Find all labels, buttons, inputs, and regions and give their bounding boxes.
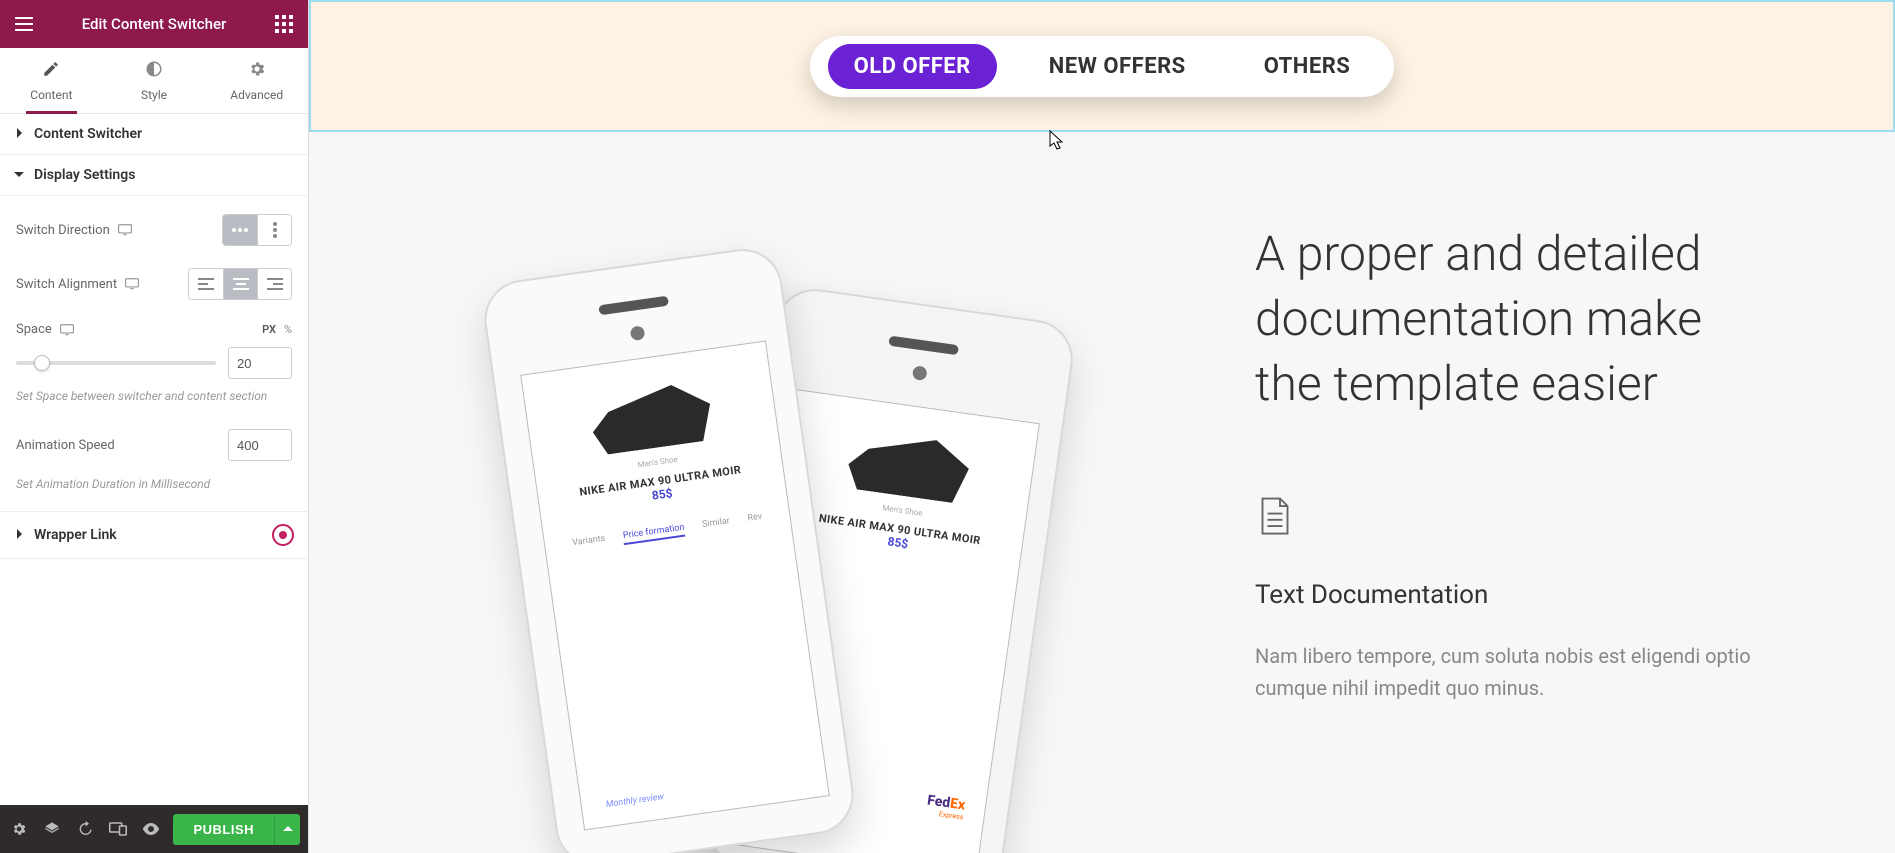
space-input[interactable]	[228, 347, 292, 379]
animation-input[interactable]	[228, 429, 292, 461]
shoe-icon	[588, 380, 715, 456]
sidebar-header: Edit Content Switcher	[0, 0, 308, 48]
feature-column: A proper and detailed documentation make…	[1255, 192, 1775, 853]
dots-horizontal-icon	[231, 226, 249, 234]
dots-vertical-icon	[271, 221, 279, 239]
shoe-icon	[845, 428, 972, 504]
align-right[interactable]	[257, 269, 291, 299]
section-wrapper-link-label: Wrapper Link	[34, 527, 117, 543]
tab-content-label: Content	[30, 88, 72, 102]
section-display-settings[interactable]: Display Settings	[0, 155, 308, 196]
gear-icon	[247, 60, 267, 78]
history-button[interactable]	[74, 815, 95, 843]
settings-button[interactable]	[8, 815, 29, 843]
phones-graphic: Men's Shoe NIKE AIR MAX 90 ULTRA MOIR 85…	[429, 192, 1195, 853]
product-tabs: Variants Price formation Similar Rev	[545, 508, 791, 556]
tab-advanced[interactable]: Advanced	[205, 48, 308, 113]
caret-up-icon	[283, 824, 293, 834]
navigator-button[interactable]	[41, 815, 62, 843]
caret-right-icon	[14, 527, 24, 543]
switch-direction-label: Switch Direction	[16, 223, 110, 238]
space-label: Space	[16, 322, 52, 337]
hamburger-icon	[15, 17, 33, 31]
caret-down-icon	[14, 167, 24, 183]
preview-button[interactable]	[140, 815, 161, 843]
tab-content[interactable]: Content	[0, 48, 103, 113]
align-left-icon	[198, 278, 214, 290]
editor-sidebar: Edit Content Switcher Content Style Adva…	[0, 0, 309, 853]
feature-body: Nam libero tempore, cum soluta nobis est…	[1255, 640, 1775, 704]
tab-similar: Similar	[702, 516, 731, 534]
publish-button[interactable]: PUBLISH	[173, 814, 274, 845]
history-icon	[77, 821, 93, 837]
wrapper-link-badge-icon	[272, 524, 294, 546]
preview-canvas: OLD OFFER NEW OFFERS OTHERS Men's Shoe N…	[309, 0, 1895, 853]
display-settings-body: Switch Direction Switch Alignm	[0, 196, 308, 512]
fedex-logo: FedExExpress	[925, 792, 966, 821]
caret-right-icon	[14, 126, 24, 142]
animation-label: Animation Speed	[16, 438, 115, 453]
switch-direction-row: Switch Direction	[16, 214, 292, 246]
grid-icon	[275, 15, 293, 33]
responsive-icon[interactable]	[125, 278, 139, 290]
tab-variants: Variants	[572, 534, 607, 552]
headline: A proper and detailed documentation make…	[1255, 222, 1775, 416]
switch-alignment-group	[188, 268, 292, 300]
responsive-icon[interactable]	[60, 324, 74, 336]
switcher-section[interactable]: OLD OFFER NEW OFFERS OTHERS	[309, 0, 1895, 132]
monthly-review-label: Monthly review	[605, 792, 664, 810]
switch-alignment-label: Switch Alignment	[16, 277, 117, 292]
bottom-bar: PUBLISH	[0, 805, 308, 853]
pencil-icon	[41, 60, 61, 78]
content-switcher: OLD OFFER NEW OFFERS OTHERS	[810, 36, 1395, 97]
align-center[interactable]	[223, 269, 257, 299]
align-right-icon	[267, 278, 283, 290]
switch-alignment-row: Switch Alignment	[16, 268, 292, 300]
feature-title: Text Documentation	[1255, 580, 1775, 610]
phone-front-screen: Men's Shoe NIKE AIR MAX 90 ULTRA MOIR 85…	[520, 340, 830, 830]
align-center-icon	[233, 278, 249, 290]
responsive-button[interactable]	[107, 815, 128, 843]
space-units: PX %	[262, 323, 292, 336]
align-left[interactable]	[189, 269, 223, 299]
space-row: Space PX % Set Space between switcher an…	[16, 322, 292, 403]
controls-panel: Content Switcher Display Settings Switch…	[0, 114, 308, 805]
section-display-settings-label: Display Settings	[34, 167, 135, 183]
menu-button[interactable]	[10, 10, 38, 38]
document-icon	[1255, 496, 1295, 536]
space-slider[interactable]	[16, 361, 216, 365]
space-help: Set Space between switcher and content s…	[16, 389, 292, 403]
animation-help: Set Animation Duration in Millisecond	[16, 477, 292, 491]
section-content-switcher-label: Content Switcher	[34, 126, 142, 142]
switch-new-offers[interactable]: NEW OFFERS	[1023, 44, 1212, 89]
responsive-icon[interactable]	[118, 224, 132, 236]
animation-row: Animation Speed	[16, 429, 292, 461]
switch-direction-group	[222, 214, 292, 246]
tab-reviews: Rev	[747, 512, 763, 528]
section-wrapper-link[interactable]: Wrapper Link	[0, 512, 308, 559]
layers-icon	[44, 821, 60, 837]
editor-tabs: Content Style Advanced	[0, 48, 308, 114]
preview-content: Men's Shoe NIKE AIR MAX 90 ULTRA MOIR 85…	[309, 132, 1895, 853]
tab-style[interactable]: Style	[103, 48, 206, 113]
switch-others[interactable]: OTHERS	[1238, 44, 1377, 89]
widgets-button[interactable]	[270, 10, 298, 38]
switch-old-offer[interactable]: OLD OFFER	[828, 44, 997, 89]
section-content-switcher[interactable]: Content Switcher	[0, 114, 308, 155]
devices-icon	[109, 822, 127, 836]
unit-px[interactable]: PX	[262, 323, 276, 336]
contrast-icon	[144, 60, 164, 78]
direction-horizontal[interactable]	[223, 215, 257, 245]
tab-style-label: Style	[141, 88, 167, 102]
unit-percent[interactable]: %	[284, 323, 292, 336]
tab-advanced-label: Advanced	[230, 88, 283, 102]
eye-icon	[142, 823, 160, 835]
publish-options[interactable]	[274, 814, 300, 845]
direction-vertical[interactable]	[257, 215, 291, 245]
panel-title: Edit Content Switcher	[82, 15, 227, 33]
tab-price-formation: Price formation	[622, 523, 685, 545]
gear-icon	[11, 821, 27, 837]
